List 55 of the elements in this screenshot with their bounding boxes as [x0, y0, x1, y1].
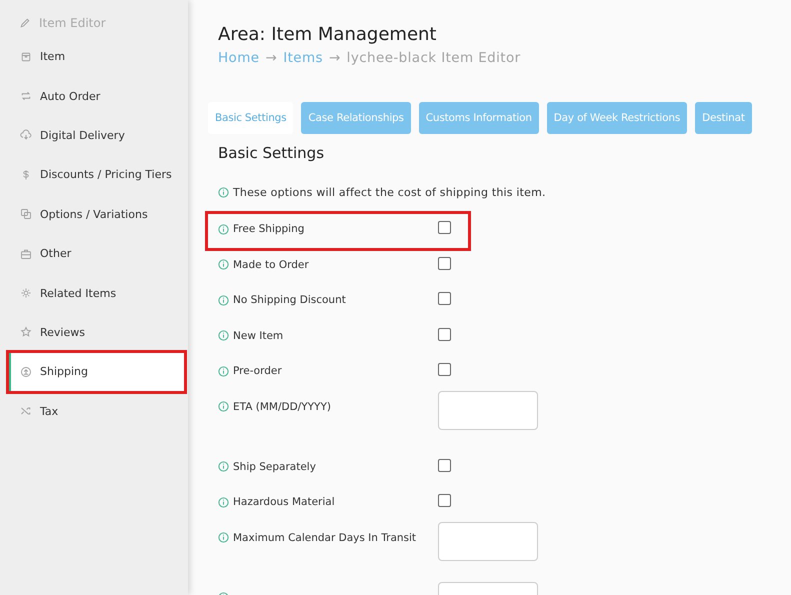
checkbox[interactable] — [438, 494, 451, 507]
info-icon — [218, 187, 229, 198]
checkbox[interactable] — [438, 458, 451, 472]
sidebar-item[interactable]: Shipping — [8, 352, 185, 392]
option-label: New Item — [233, 330, 284, 342]
info-icon — [218, 259, 229, 270]
info-note: These options will affect the cost of shipping this item. — [233, 186, 546, 199]
box-icon — [20, 50, 32, 63]
sidebar-item[interactable]: Item — [0, 37, 188, 76]
page-title: Area: Item Management — [218, 24, 438, 45]
option-label: No Shipping Discount — [233, 294, 346, 306]
sun-icon — [20, 287, 32, 300]
info-icon — [218, 366, 229, 376]
option-label: Ship Separately — [233, 460, 316, 472]
checkbox[interactable] — [438, 221, 451, 234]
option-label: Pre-order — [233, 365, 282, 377]
info-icon — [218, 532, 229, 543]
checkbox[interactable] — [438, 328, 451, 340]
option-label: Free Shipping — [233, 223, 304, 235]
info-icon — [218, 496, 229, 508]
upload-icon — [20, 366, 32, 378]
sidebar-item[interactable]: Related Items — [0, 273, 188, 313]
checkbox[interactable] — [438, 363, 451, 376]
info-icon — [218, 401, 229, 412]
copies-icon — [20, 208, 32, 220]
sidebar-item[interactable]: Digital Delivery — [0, 116, 188, 156]
shuffle-icon — [20, 405, 32, 418]
repeat-icon — [20, 90, 32, 102]
sidebar-item[interactable]: Discounts / Pricing Tiers — [0, 155, 188, 195]
checkbox[interactable] — [438, 256, 451, 270]
sidebar-item[interactable]: Options / Variations — [0, 194, 188, 234]
option-label: ETA (MM/DD/YYYY) — [233, 400, 331, 412]
section-heading: Basic Settings — [218, 144, 326, 162]
pencil-icon — [19, 17, 31, 29]
checkbox[interactable] — [438, 292, 451, 305]
info-icon — [218, 294, 229, 306]
breadcrumb-text: lychee-black Item Editor — [346, 50, 521, 66]
breadcrumb-text: → — [328, 50, 341, 66]
input-field[interactable] — [438, 522, 538, 560]
info-icon — [218, 461, 229, 472]
info-icon — [218, 224, 229, 234]
option-label: Made to Order — [233, 258, 309, 270]
option-label: Maximum Calendar Days In Transit — [233, 532, 416, 544]
sidebar-title: Item Editor — [39, 16, 106, 30]
option-label: Hazardous Material — [233, 496, 335, 508]
cloud-icon — [20, 129, 32, 142]
breadcrumb-text: → — [265, 50, 278, 66]
briefcase-icon — [20, 248, 32, 260]
input-field[interactable] — [438, 390, 538, 430]
sidebar-item[interactable]: Reviews — [0, 312, 188, 352]
star-icon — [20, 326, 32, 338]
sidebar-item[interactable]: Tax — [0, 392, 188, 431]
info-icon — [218, 330, 229, 341]
sidebar-item[interactable]: Other — [0, 234, 188, 274]
sidebar-item[interactable]: Auto Order — [0, 76, 188, 116]
